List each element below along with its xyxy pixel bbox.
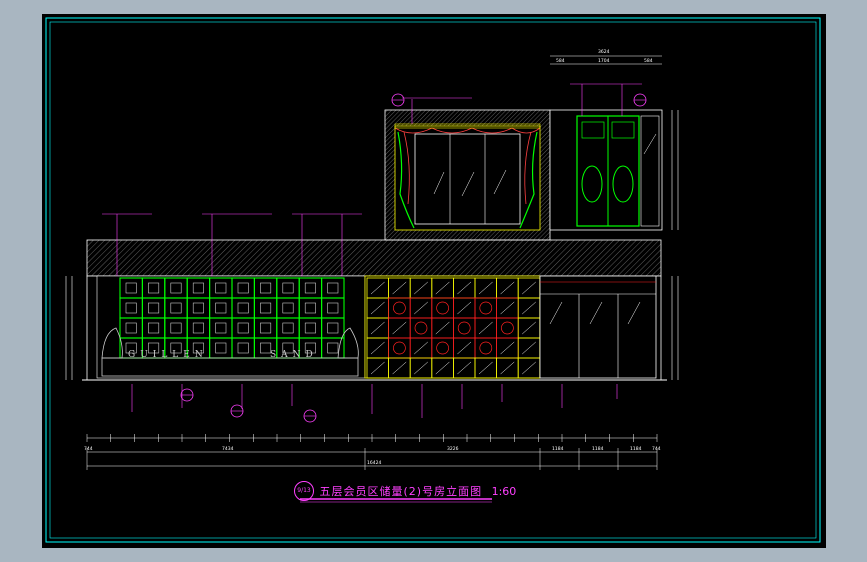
- dim-edge-left: 744: [84, 446, 93, 452]
- dim-top-total: 3624: [598, 49, 610, 55]
- drawing-title: 9/13 五层会员区储量(2)号房立面图 1:60: [294, 481, 554, 505]
- dim-top-c: 584: [644, 58, 653, 64]
- headboard-wall: [96, 275, 366, 379]
- dim-edge-right: 744: [652, 446, 661, 452]
- wardrobe-frame: [549, 109, 663, 231]
- lettering-right: SAND: [270, 350, 318, 360]
- detail-callout-icon: [180, 388, 194, 402]
- lettering-left: GUILLEN: [128, 350, 208, 360]
- dim-top-b: 1704: [598, 58, 610, 64]
- dim-right-2: 1184: [592, 446, 604, 452]
- dim-left-span: 7434: [222, 446, 234, 452]
- window-glass: [414, 133, 521, 225]
- dim-right-3: 1184: [630, 446, 642, 452]
- title-tag-icon: 9/13: [294, 481, 314, 501]
- glass-doors: [539, 275, 657, 379]
- detail-callout-icon: [303, 409, 317, 423]
- cad-viewport[interactable]: GUILLEN SAND 3624 584 1704 584 16424 743…: [42, 14, 826, 548]
- detail-callout-icon: [633, 93, 647, 107]
- elevation-drawing: GUILLEN SAND 3624 584 1704 584 16424 743…: [45, 17, 821, 543]
- section-marker-icon: [391, 93, 405, 107]
- detail-callout-icon: [230, 404, 244, 418]
- ceiling-soffit: [86, 239, 662, 277]
- dim-top-a: 584: [556, 58, 565, 64]
- title-text: 五层会员区储量(2)号房立面图: [319, 485, 483, 498]
- dim-mid-span: 3226: [447, 446, 459, 452]
- dim-total: 16424: [367, 460, 381, 466]
- dim-right-1: 1184: [552, 446, 564, 452]
- title-scale: 1:60: [491, 484, 517, 498]
